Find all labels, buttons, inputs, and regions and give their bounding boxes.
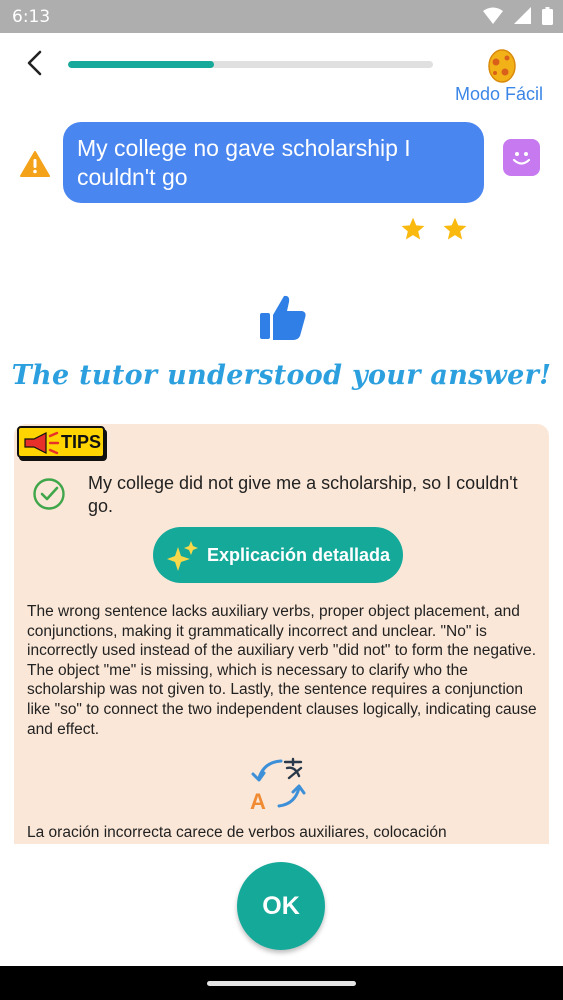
corrected-sentence: My college did not give me a scholarship… xyxy=(88,473,518,516)
navigation-bar xyxy=(0,966,563,1000)
battery-icon xyxy=(542,7,553,25)
megaphone-icon xyxy=(24,431,60,455)
smiley-avatar-icon[interactable] xyxy=(503,139,540,176)
egg-icon[interactable] xyxy=(484,44,520,84)
home-handle[interactable] xyxy=(207,981,356,986)
sparkles-icon xyxy=(167,541,198,571)
user-message-bubble: My college no gave scholarship I couldn'… xyxy=(63,122,484,203)
tips-card: TIPS My college did not give me a schola… xyxy=(14,424,549,844)
explanation-spanish: La oración incorrecta carece de verbos a… xyxy=(27,824,447,841)
ok-button[interactable]: OK xyxy=(237,862,325,950)
tips-label: TIPS xyxy=(61,432,102,452)
tips-badge: TIPS xyxy=(17,426,105,458)
detailed-explanation-button[interactable]: Explicación detallada xyxy=(153,527,403,583)
translate-icon[interactable]: A xyxy=(249,756,307,812)
star-icon xyxy=(401,217,425,240)
wifi-icon xyxy=(483,7,504,24)
rating-stars xyxy=(400,216,484,247)
mode-label[interactable]: Modo Fácil xyxy=(455,84,543,105)
check-circle-icon xyxy=(33,478,65,510)
svg-text:A: A xyxy=(250,789,266,812)
thumbs-up-icon xyxy=(260,295,306,340)
lesson-progress-bar xyxy=(68,61,433,68)
status-bar: 6:13 xyxy=(0,0,563,33)
progress-fill xyxy=(68,61,214,68)
status-time: 6:13 xyxy=(12,7,51,27)
warning-icon[interactable] xyxy=(20,150,50,178)
explanation-english: The wrong sentence lacks auxiliary verbs… xyxy=(27,603,537,738)
back-arrow-icon[interactable] xyxy=(20,48,50,78)
star-icon xyxy=(443,217,467,240)
feedback-headline: The tutor understood your answer! xyxy=(11,360,552,391)
detailed-explanation-label: Explicación detallada xyxy=(207,545,391,565)
status-icons xyxy=(477,7,553,27)
signal-icon xyxy=(513,7,531,24)
